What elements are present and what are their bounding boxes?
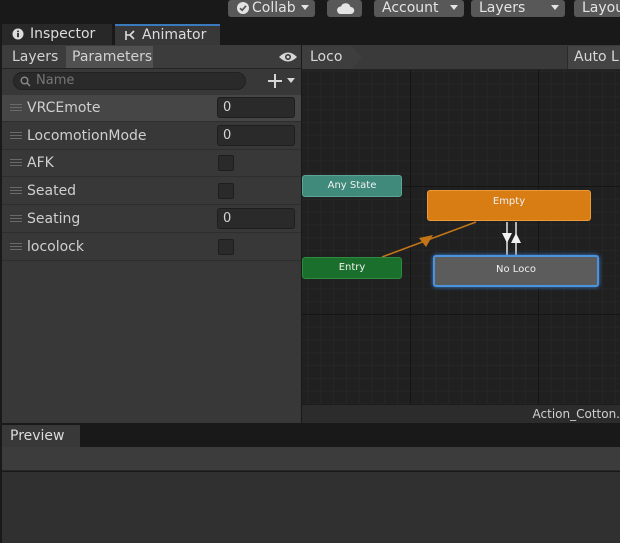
drag-handle-icon[interactable] — [10, 215, 22, 222]
animator-icon — [125, 30, 135, 40]
layout-label: Layou — [582, 0, 620, 16]
chevron-down-icon — [551, 5, 559, 10]
preview-area — [2, 472, 620, 543]
add-parameter-button[interactable] — [266, 72, 298, 90]
parameter-search-input[interactable]: Name — [13, 72, 246, 90]
tab-layers[interactable]: Layers — [6, 46, 64, 68]
state-empty[interactable]: Empty — [427, 190, 591, 221]
drag-handle-icon[interactable] — [10, 187, 22, 194]
search-placeholder: Name — [36, 73, 75, 88]
tab-animator-label: Animator — [142, 27, 207, 43]
parameter-bool-checkbox[interactable] — [218, 183, 234, 199]
parameter-row[interactable]: VRCEmote 0 — [2, 95, 301, 122]
breadcrumb-arrow — [352, 46, 362, 69]
parameter-row[interactable]: Seating 0 — [2, 206, 301, 233]
state-entry[interactable]: Entry — [302, 257, 402, 279]
info-icon — [12, 28, 24, 40]
search-icon — [20, 76, 31, 87]
parameter-bool-checkbox[interactable] — [218, 239, 234, 255]
parameter-name: AFK — [27, 155, 54, 171]
cloud-icon — [337, 3, 355, 14]
tab-animator[interactable]: Animator — [115, 24, 220, 45]
parameter-int-field[interactable]: 0 — [217, 208, 295, 229]
preview-tab-strip — [0, 424, 620, 448]
parameter-name: locolock — [27, 239, 84, 255]
layout-dropdown[interactable]: Layou — [574, 0, 620, 17]
tab-parameters[interactable]: Parameters — [66, 46, 153, 68]
parameter-row[interactable]: locolock — [2, 234, 301, 261]
tab-preview[interactable]: Preview — [2, 425, 80, 447]
parameter-row[interactable]: LocomotionMode 0 — [2, 123, 301, 150]
parameter-name: VRCEmote — [27, 100, 101, 116]
transition-arrow-down — [502, 233, 512, 243]
check-circle-icon — [237, 2, 249, 14]
parameter-int-field[interactable]: 0 — [217, 97, 295, 118]
parameter-name: LocomotionMode — [27, 128, 147, 144]
drag-handle-icon[interactable] — [10, 104, 22, 111]
collab-label: Collab — [252, 0, 296, 16]
chevron-down-icon — [301, 5, 309, 10]
plus-icon — [268, 74, 282, 88]
parameter-name: Seating — [27, 211, 81, 227]
transition-lines — [381, 221, 521, 258]
tab-inspector-label: Inspector — [30, 26, 96, 42]
state-no-loco[interactable]: No Loco — [433, 255, 599, 287]
drag-handle-icon[interactable] — [10, 243, 22, 250]
breadcrumb-loco[interactable]: Loco — [302, 46, 352, 69]
controller-filename: Action_Cotton. — [532, 407, 620, 421]
layers-label: Layers — [479, 0, 526, 16]
drag-handle-icon[interactable] — [10, 132, 22, 139]
collab-button[interactable]: Collab — [228, 0, 315, 17]
drag-handle-icon[interactable] — [10, 159, 22, 166]
eye-icon[interactable] — [278, 50, 298, 64]
entry-transition-arrow — [419, 235, 433, 247]
graph-footer: Action_Cotton. — [302, 404, 620, 423]
account-dropdown[interactable]: Account — [374, 0, 464, 17]
transition-arrow-up — [511, 233, 521, 243]
layers-dropdown[interactable]: Layers — [471, 0, 565, 17]
preview-toolbar — [2, 447, 620, 471]
state-any-state[interactable]: Any State — [302, 175, 402, 197]
account-label: Account — [382, 0, 439, 16]
tab-inspector[interactable]: Inspector — [2, 24, 112, 45]
parameter-name: Seated — [27, 183, 77, 199]
parameter-bool-checkbox[interactable] — [218, 155, 234, 171]
auto-live-link-toggle[interactable]: Auto Li — [567, 46, 620, 69]
chevron-down-icon — [450, 5, 458, 10]
parameter-row[interactable]: Seated — [2, 178, 301, 205]
parameter-int-field[interactable]: 0 — [217, 125, 295, 146]
chevron-down-icon — [287, 78, 295, 83]
cloud-button[interactable] — [327, 0, 362, 17]
parameter-row[interactable]: AFK — [2, 150, 301, 177]
